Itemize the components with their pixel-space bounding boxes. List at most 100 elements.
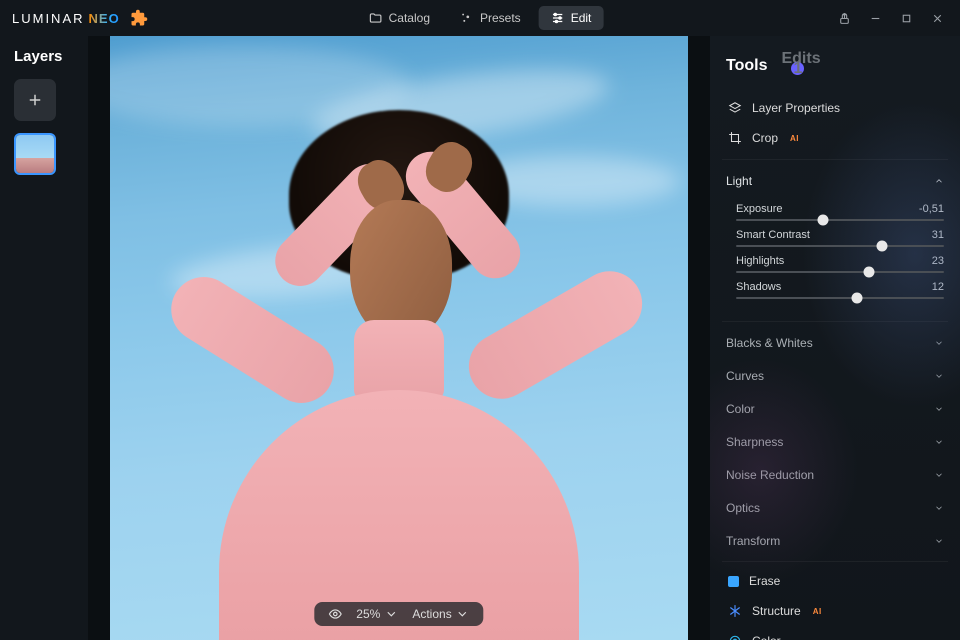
slider-value: 23 <box>932 255 944 267</box>
slider-label: Smart Contrast <box>736 229 810 241</box>
slider-value: 12 <box>932 281 944 293</box>
slider-shadows[interactable]: Shadows 12 <box>736 281 944 299</box>
slider-smart-contrast[interactable]: Smart Contrast 31 <box>736 229 944 247</box>
window-controls <box>838 12 952 25</box>
actions-label: Actions <box>412 607 451 621</box>
slider-label: Highlights <box>736 255 784 267</box>
section-label: Blacks & Whites <box>726 336 813 350</box>
chevron-down-icon <box>934 503 944 513</box>
section-curves[interactable]: Curves <box>710 359 960 392</box>
canvas-viewport: 25% Actions <box>88 36 710 640</box>
panel-tab-edits[interactable]: Edits 1 <box>781 50 820 81</box>
tab-presets[interactable]: Presets <box>448 6 533 30</box>
section-sharpness[interactable]: Sharpness <box>710 425 960 458</box>
layers-title: Layers <box>14 48 88 65</box>
tools-panel: Tools Edits 1 Layer Properties Crop AI L… <box>710 36 960 640</box>
color-ring-icon <box>728 634 742 640</box>
tab-label: Catalog <box>389 11 430 25</box>
logo-word-1: LUMINAR <box>12 11 85 26</box>
ai-badge: AI <box>790 134 799 143</box>
slider-label: Shadows <box>736 281 781 293</box>
tool-crop[interactable]: Crop AI <box>710 123 960 153</box>
slider-thumb[interactable] <box>864 267 875 278</box>
crop-icon <box>728 131 742 145</box>
square-icon <box>728 576 739 587</box>
section-label: Sharpness <box>726 435 783 449</box>
layer-thumbnail[interactable] <box>14 133 56 175</box>
extensions-icon[interactable] <box>130 9 148 27</box>
panel-tab-tools[interactable]: Tools <box>726 57 767 75</box>
chevron-down-icon <box>456 607 470 621</box>
plus-icon <box>26 91 44 109</box>
slider-highlights[interactable]: Highlights 23 <box>736 255 944 273</box>
folder-icon <box>369 11 383 25</box>
chevron-down-icon <box>934 536 944 546</box>
zoom-value: 25% <box>356 607 380 621</box>
section-label: Curves <box>726 369 764 383</box>
image-canvas[interactable] <box>110 36 688 640</box>
tab-catalog[interactable]: Catalog <box>357 6 442 30</box>
edits-badge: 1 <box>791 62 804 75</box>
tool-structure[interactable]: Structure AI <box>710 596 960 626</box>
chevron-down-icon <box>934 404 944 414</box>
app-logo: LUMINAR NEO <box>12 11 120 26</box>
tool-list-top: Layer Properties Crop AI <box>710 91 960 155</box>
mode-tabs: Catalog Presets Edit <box>357 6 604 30</box>
actions-dropdown[interactable]: Actions <box>412 607 469 621</box>
logo-word-2: NEO <box>89 11 120 26</box>
tab-label: Edit <box>571 11 592 25</box>
section-label: Color <box>726 402 755 416</box>
tab-edit[interactable]: Edit <box>539 6 604 30</box>
slider-label: Exposure <box>736 203 782 215</box>
slider-value: 31 <box>932 229 944 241</box>
zoom-dropdown[interactable]: 25% <box>356 607 398 621</box>
share-icon[interactable] <box>838 12 851 25</box>
sparkle-icon <box>460 11 474 25</box>
chevron-down-icon <box>934 437 944 447</box>
section-label: Light <box>726 174 752 188</box>
light-controls: Exposure -0,51 Smart Contrast 31 Highlight… <box>710 203 960 317</box>
top-bar: LUMINAR NEO Catalog Presets Edit <box>0 0 960 36</box>
add-layer-button[interactable] <box>14 79 56 121</box>
tool-label: Erase <box>749 574 780 588</box>
tool-label: Structure <box>752 604 801 618</box>
section-color[interactable]: Color <box>710 392 960 425</box>
tool-label: Color <box>752 634 781 640</box>
layers-icon <box>728 101 742 115</box>
slider-thumb[interactable] <box>876 241 887 252</box>
tool-color[interactable]: Color <box>710 626 960 640</box>
section-label: Noise Reduction <box>726 468 814 482</box>
chevron-up-icon <box>934 176 944 186</box>
ai-badge: AI <box>813 607 822 616</box>
maximize-icon[interactable] <box>900 12 913 25</box>
main-area: Layers 25% Actions <box>0 36 960 640</box>
canvas-toolbar: 25% Actions <box>314 602 483 626</box>
sliders-icon <box>551 11 565 25</box>
section-optics[interactable]: Optics <box>710 491 960 524</box>
slider-thumb[interactable] <box>851 293 862 304</box>
eye-icon[interactable] <box>328 607 342 621</box>
minimize-icon[interactable] <box>869 12 882 25</box>
tool-erase[interactable]: Erase <box>710 566 960 596</box>
section-label: Transform <box>726 534 780 548</box>
panel-tabs: Tools Edits 1 <box>710 46 960 91</box>
section-noise-reduction[interactable]: Noise Reduction <box>710 458 960 491</box>
section-blacks-whites[interactable]: Blacks & Whites <box>710 326 960 359</box>
slider-exposure[interactable]: Exposure -0,51 <box>736 203 944 221</box>
tool-label: Layer Properties <box>752 101 840 115</box>
chevron-down-icon <box>934 338 944 348</box>
tab-label: Presets <box>480 11 521 25</box>
chevron-down-icon <box>384 607 398 621</box>
layers-sidebar: Layers <box>0 36 88 640</box>
section-label: Optics <box>726 501 760 515</box>
slider-thumb[interactable] <box>818 215 829 226</box>
snowflake-icon <box>728 604 742 618</box>
close-icon[interactable] <box>931 12 944 25</box>
slider-value: -0,51 <box>919 203 944 215</box>
section-transform[interactable]: Transform <box>710 524 960 557</box>
section-light[interactable]: Light <box>710 164 960 197</box>
chevron-down-icon <box>934 470 944 480</box>
chevron-down-icon <box>934 371 944 381</box>
tool-label: Crop <box>752 131 778 145</box>
tool-layer-properties[interactable]: Layer Properties <box>710 93 960 123</box>
